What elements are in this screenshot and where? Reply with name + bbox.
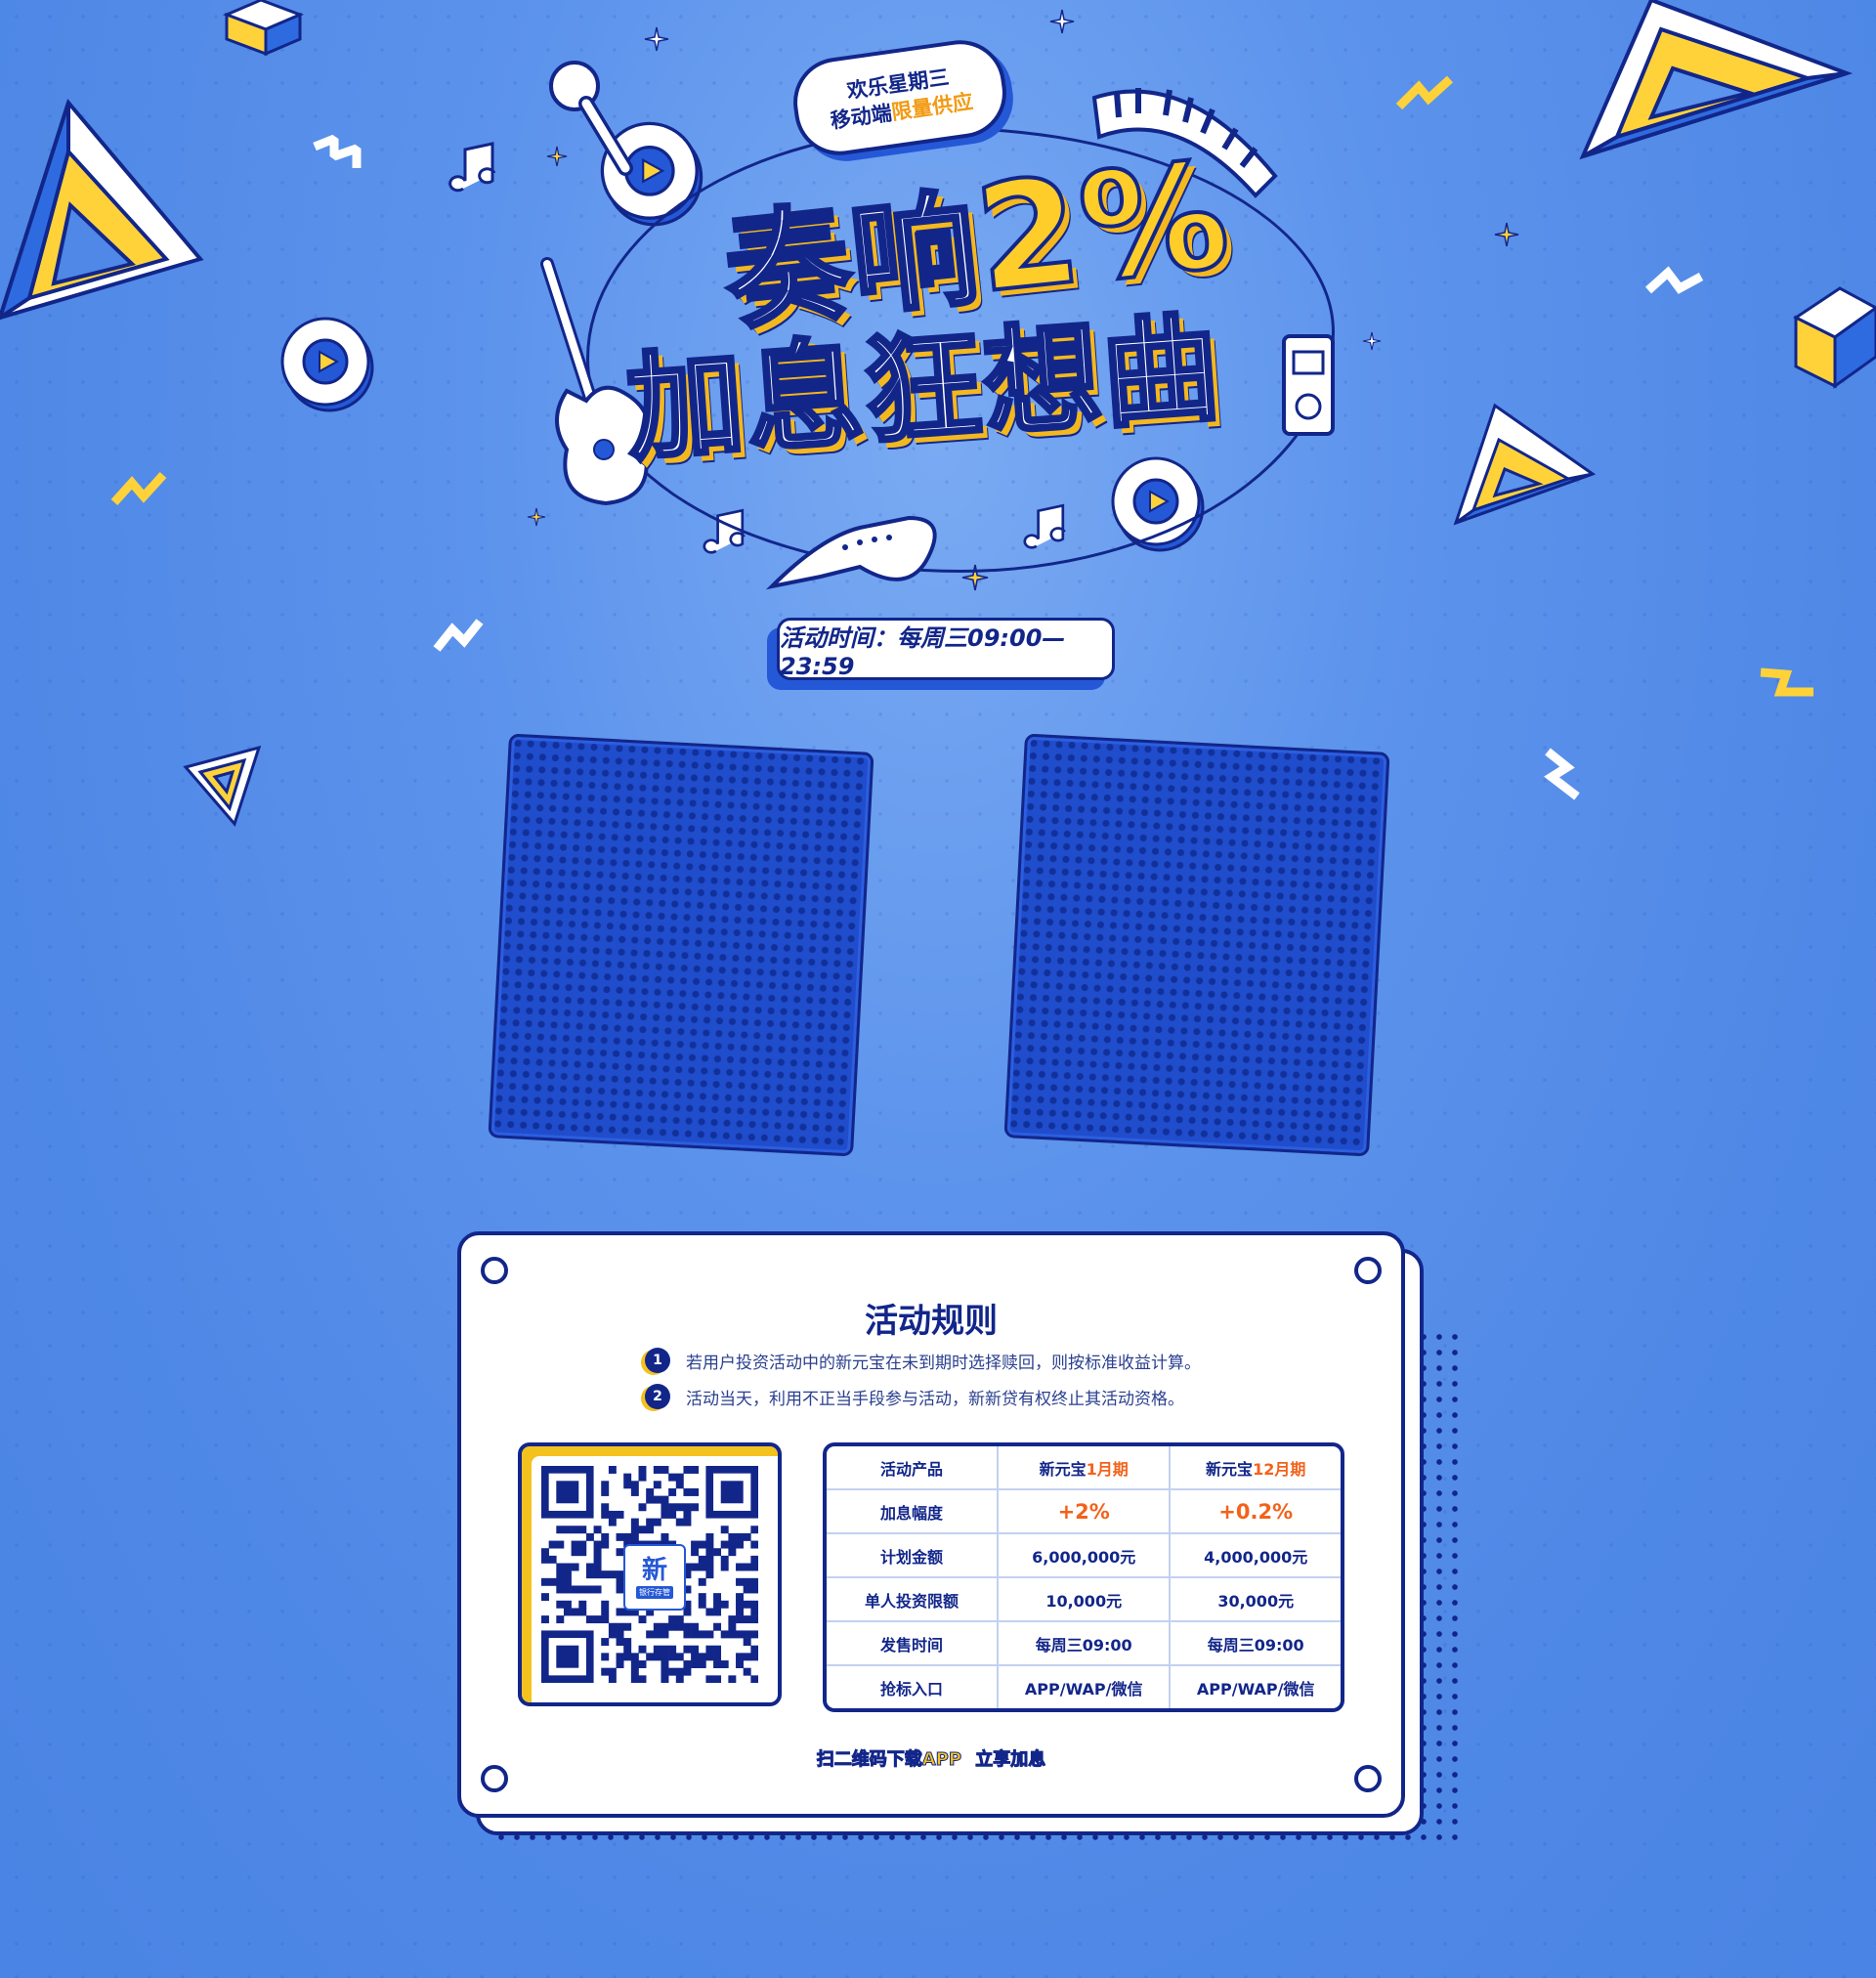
app-logo: 新 银行存管 — [623, 1544, 686, 1611]
table-cell: +2% — [999, 1490, 1172, 1534]
download-cta[interactable]: 扫二维码下载APP 立享加息 — [461, 1745, 1401, 1771]
rule-number: 1 — [645, 1348, 670, 1373]
rules-title: 活动规则 — [865, 1302, 998, 1341]
app-logo-char: 新 — [641, 1555, 667, 1585]
penrose-triangle-top-right-icon — [1579, 0, 1854, 160]
product-name: 新元宝 — [1206, 1459, 1254, 1479]
table-cell: 新元宝12月期 — [1171, 1446, 1341, 1490]
table-header-row: 活动产品 新元宝1月期 新元宝12月期 — [827, 1446, 1341, 1490]
rule-item: 1 若用户投资活动中的新元宝在未到期时选择赎回，则按标准收益计算。 — [645, 1346, 1201, 1375]
table-cell: 计划金额 — [827, 1534, 999, 1578]
zigzag-yellow-icon — [1760, 667, 1813, 697]
sparkle-icon — [1362, 331, 1382, 351]
zigzag-white-icon — [313, 134, 362, 168]
table-cell: APP/WAP/微信 — [999, 1666, 1172, 1708]
promo-badge-prefix: 移动端 — [829, 101, 894, 133]
zigzag-yellow-icon — [110, 471, 167, 506]
table-row: 单人投资限额 10,000元 30,000元 — [827, 1578, 1341, 1622]
rules-panel: 活动规则 1 若用户投资活动中的新元宝在未到期时选择赎回，则按标准收益计算。 2… — [457, 1231, 1405, 1818]
headline-artwork: 欢乐星期三 移动端限量供应 奏响2% 加息狂想曲 — [528, 34, 1358, 590]
table-cell: 30,000元 — [1171, 1578, 1341, 1622]
zigzag-white-icon — [1544, 748, 1580, 800]
penrose-triangle-right-icon — [1453, 403, 1597, 526]
sparkle-icon — [1494, 222, 1519, 247]
zigzag-yellow-icon — [1395, 75, 1454, 110]
cube-top-icon — [222, 0, 305, 57]
saxophone-icon — [765, 515, 937, 590]
penrose-triangle-small-icon — [183, 745, 262, 828]
table-cell: 10,000元 — [999, 1578, 1172, 1622]
table-row: 计划金额 6,000,000元 4,000,000元 — [827, 1534, 1341, 1578]
table-cell: 4,000,000元 — [1171, 1534, 1341, 1578]
table-cell: 单人投资限额 — [827, 1578, 999, 1622]
music-note-icon — [448, 142, 496, 193]
table-cell: 6,000,000元 — [999, 1534, 1172, 1578]
table-cell: 加息幅度 — [827, 1490, 999, 1534]
app-logo-caption: 银行存管 — [636, 1585, 673, 1599]
music-disc-icon — [280, 317, 374, 412]
promo-card-right[interactable] — [1003, 733, 1390, 1157]
table-cell: 活动产品 — [827, 1446, 999, 1490]
rule-text: 活动当天，利用不正当手段参与活动，新新贷有权终止其活动资格。 — [686, 1389, 1184, 1409]
table-row: 抢标入口 APP/WAP/微信 APP/WAP/微信 — [827, 1666, 1341, 1708]
activity-time: 活动时间：每周三09:00—23:59 — [777, 618, 1115, 680]
promo-card-left[interactable] — [488, 733, 874, 1157]
microphone-icon — [549, 61, 633, 176]
zigzag-white-icon — [433, 619, 484, 652]
table-cell: 发售时间 — [827, 1622, 999, 1666]
table-cell: 抢标入口 — [827, 1666, 999, 1708]
rule-text: 若用户投资活动中的新元宝在未到期时选择赎回，则按标准收益计算。 — [686, 1353, 1201, 1373]
penrose-triangle-left-icon — [0, 98, 204, 321]
rule-number: 2 — [645, 1384, 670, 1409]
table-cell: +0.2% — [1171, 1490, 1341, 1534]
table-cell: 每周三09:00 — [1171, 1622, 1341, 1666]
cube-right-icon — [1793, 286, 1876, 389]
product-table: 活动产品 新元宝1月期 新元宝12月期 加息幅度 +2% +0.2% 计划金额 … — [823, 1442, 1344, 1712]
table-row: 加息幅度 +2% +0.2% — [827, 1490, 1341, 1534]
corner-ring — [481, 1257, 508, 1284]
table-cell: 新元宝1月期 — [999, 1446, 1172, 1490]
sparkle-icon — [1049, 9, 1075, 34]
zigzag-white-icon — [1644, 266, 1704, 294]
table-row: 发售时间 每周三09:00 每周三09:00 — [827, 1622, 1341, 1666]
table-cell: APP/WAP/微信 — [1196, 1679, 1315, 1698]
table-cell: 每周三09:00 — [999, 1622, 1172, 1666]
product-term: 12月期 — [1253, 1459, 1306, 1479]
speaker-icon — [1282, 334, 1335, 436]
rule-item: 2 活动当天，利用不正当手段参与活动，新新贷有权终止其活动资格。 — [645, 1382, 1184, 1411]
corner-ring — [1354, 1257, 1382, 1284]
product-name: 新元宝 — [1039, 1459, 1087, 1479]
qr-code[interactable]: 新 银行存管 — [518, 1442, 782, 1706]
product-term: 1月期 — [1086, 1459, 1129, 1479]
